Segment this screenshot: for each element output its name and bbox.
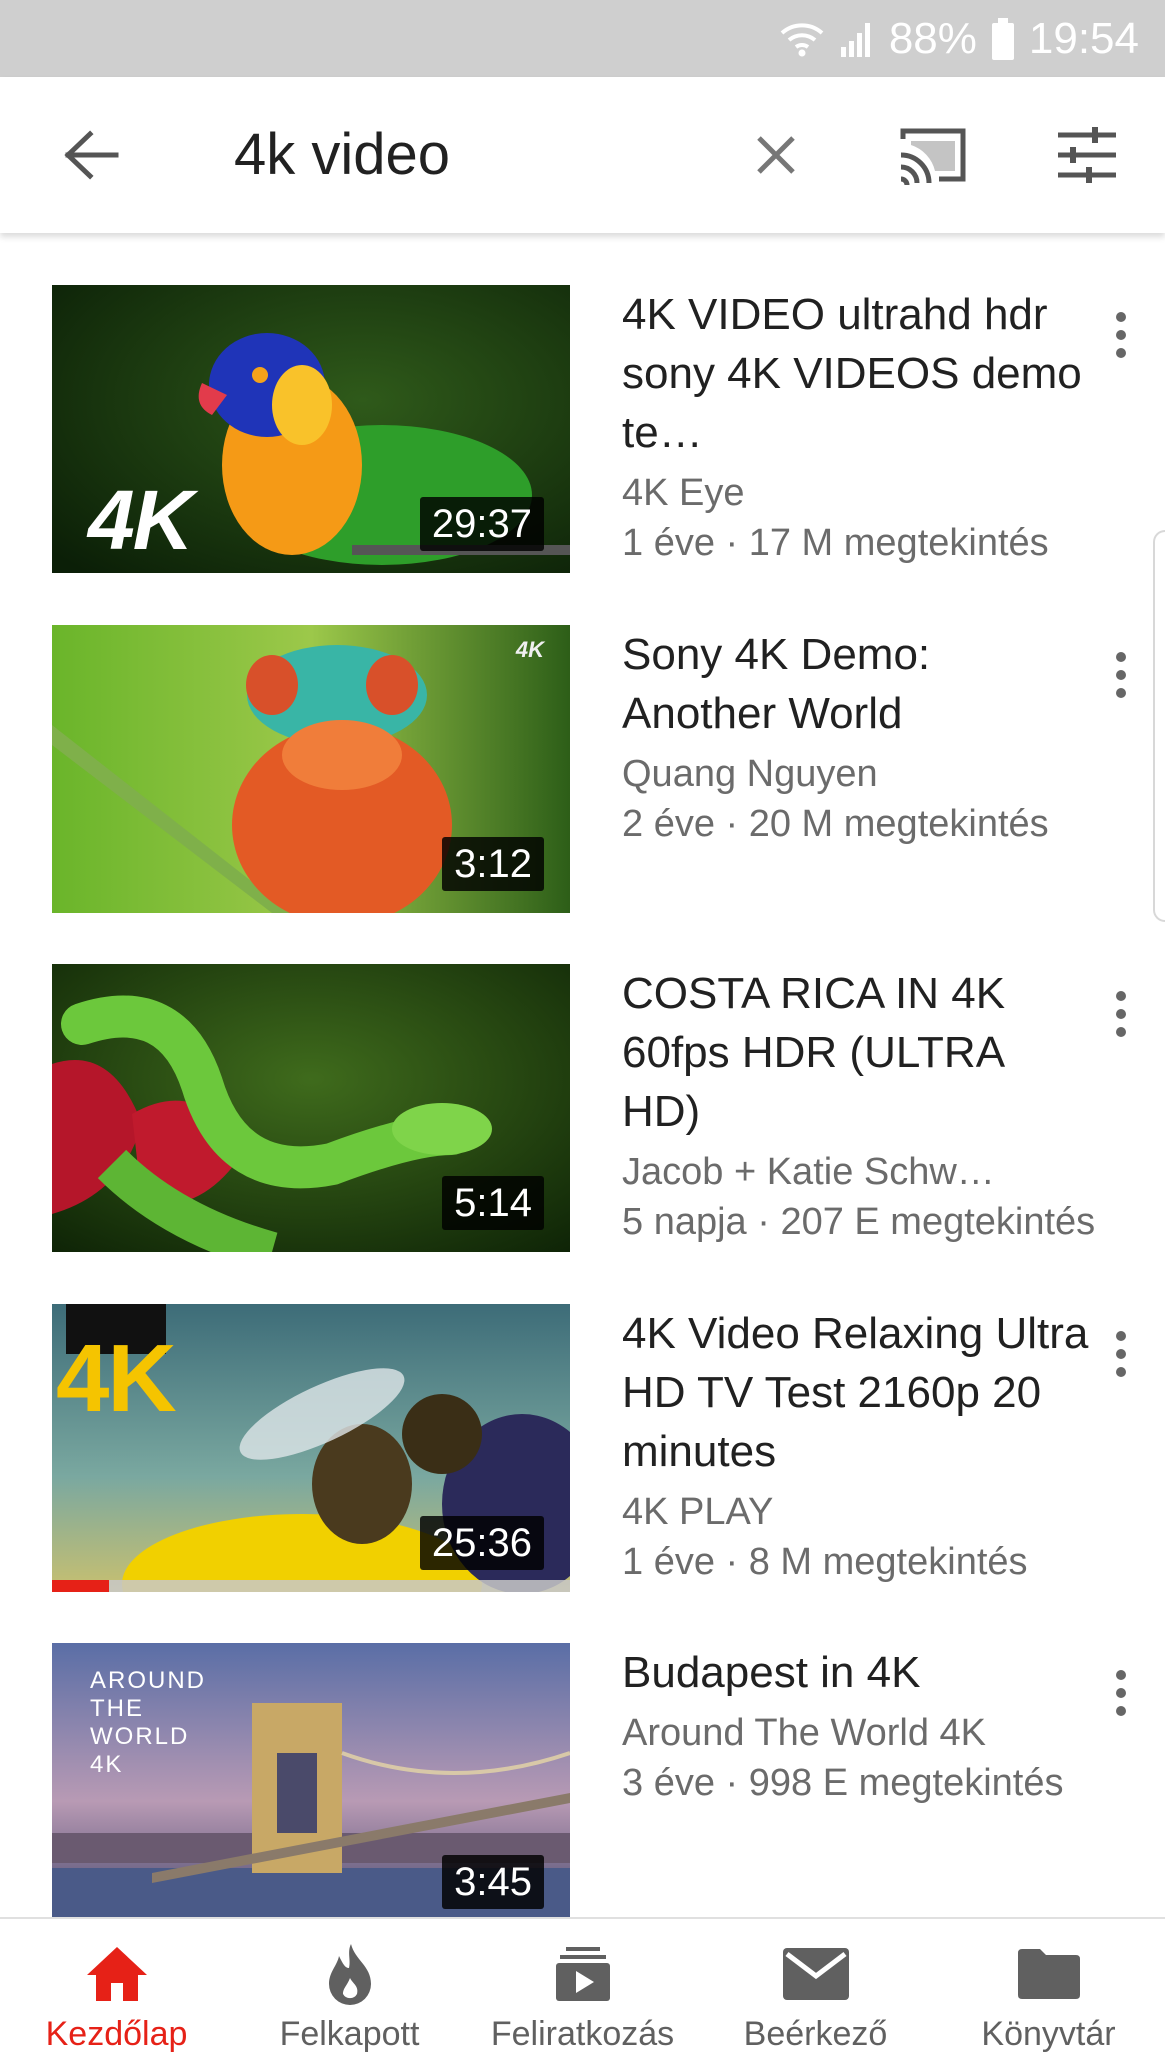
more-options-button[interactable]: [1099, 984, 1143, 1044]
more-vert-icon: [1116, 1331, 1126, 1377]
channel-name[interactable]: 4K PLAY: [622, 1487, 1042, 1537]
nav-item-home[interactable]: Kezdőlap: [0, 1919, 233, 2071]
nav-label: Feliratkozás: [490, 2015, 675, 2053]
nav-label: Beérkező: [743, 2015, 888, 2053]
thumbnail-4k-overlay-text: 4K: [88, 473, 193, 567]
channel-name[interactable]: 4K Eye: [622, 468, 1042, 518]
bottom-navigation: Kezdőlap Felkapott Feliratkozás Beérkező…: [0, 1917, 1165, 2071]
video-result[interactable]: 4K 25:36 4K Video Relaxing Ultra HD TV T…: [0, 1304, 1165, 1604]
channel-name[interactable]: Quang Nguyen: [622, 749, 1042, 799]
search-input[interactable]: 4k video: [234, 77, 450, 233]
cast-button[interactable]: [890, 77, 974, 233]
video-info: COSTA RICA IN 4K 60fps HDR (ULTRA HD) Ja…: [622, 964, 1096, 1247]
nav-item-subscriptions[interactable]: Feliratkozás: [466, 1919, 699, 2071]
nav-label: Felkapott: [279, 2015, 420, 2053]
clear-search-button[interactable]: [746, 77, 806, 233]
video-result[interactable]: 4K 3:12 Sony 4K Demo: Another World Quan…: [0, 625, 1165, 925]
video-stats: 1 éve · 17 M megtekintés: [622, 522, 1049, 564]
video-stats: 1 éve · 8 M megtekintés: [622, 1541, 1028, 1583]
inbox-mail-icon: [782, 1941, 849, 2007]
more-options-button[interactable]: [1099, 645, 1143, 705]
status-bar: 88% 19:54: [0, 0, 1165, 77]
video-duration: 3:12: [442, 837, 544, 891]
nav-label: Könyvtár: [981, 2015, 1116, 2053]
more-options-button[interactable]: [1099, 305, 1143, 365]
video-info: 4K VIDEO ultrahd hdr sony 4K VIDEOS demo…: [622, 285, 1092, 568]
video-thumbnail[interactable]: 5:14: [52, 964, 570, 1252]
video-thumbnail[interactable]: 4K 29:37: [52, 285, 570, 573]
battery-icon: [991, 17, 1015, 60]
filter-sliders-icon: [1058, 127, 1116, 183]
more-vert-icon: [1116, 652, 1126, 698]
video-duration: 25:36: [419, 1516, 544, 1570]
more-vert-icon: [1116, 1670, 1126, 1716]
cast-icon: [900, 128, 966, 185]
video-info: Budapest in 4K Around The World 4K 3 éve…: [622, 1643, 1092, 1808]
back-arrow-icon: [64, 130, 119, 180]
video-thumbnail[interactable]: AROUND THE WORLD 4K 3:45: [52, 1643, 570, 1931]
video-title[interactable]: Budapest in 4K: [622, 1643, 1092, 1702]
battery-percent: 88%: [888, 13, 977, 63]
library-folder-icon: [1017, 1941, 1080, 2007]
scroll-indicator[interactable]: [1153, 530, 1165, 922]
video-duration: 3:45: [442, 1855, 544, 1909]
video-stats: 2 éve · 20 M megtekintés: [622, 803, 1049, 845]
wifi-icon: [779, 19, 825, 59]
subscriptions-icon: [554, 1941, 612, 2007]
video-result[interactable]: 5:14 COSTA RICA IN 4K 60fps HDR (ULTRA H…: [0, 964, 1165, 1264]
channel-name[interactable]: Around The World 4K: [622, 1708, 1042, 1758]
video-result[interactable]: 4K 29:37 4K VIDEO ultrahd hdr sony 4K VI…: [0, 285, 1165, 585]
more-vert-icon: [1116, 991, 1126, 1037]
video-thumbnail[interactable]: 4K 25:36: [52, 1304, 570, 1592]
trending-flame-icon: [325, 1941, 375, 2007]
video-info: 4K Video Relaxing Ultra HD TV Test 2160p…: [622, 1304, 1092, 1587]
video-title[interactable]: COSTA RICA IN 4K 60fps HDR (ULTRA HD): [622, 964, 1092, 1141]
video-stats: 5 napja · 207 E megtekintés: [622, 1201, 1096, 1243]
home-icon: [85, 1941, 149, 2007]
thumbnail-4k-overlay-text: 4K: [56, 1325, 177, 1432]
nav-label: Kezdőlap: [45, 2015, 188, 2053]
video-result[interactable]: AROUND THE WORLD 4K 3:45 Budapest in 4K …: [0, 1643, 1165, 1943]
nav-item-trending[interactable]: Felkapott: [233, 1919, 466, 2071]
thumbnail-channel-logo-text: AROUND THE WORLD 4K: [90, 1667, 207, 1778]
video-title[interactable]: Sony 4K Demo: Another World: [622, 625, 1092, 743]
more-vert-icon: [1116, 312, 1126, 358]
channel-name[interactable]: Jacob + Katie Schw…: [622, 1147, 1042, 1197]
clock: 19:54: [1028, 13, 1139, 63]
nav-item-inbox[interactable]: Beérkező: [699, 1919, 932, 2071]
video-title[interactable]: 4K Video Relaxing Ultra HD TV Test 2160p…: [622, 1304, 1092, 1481]
more-options-button[interactable]: [1099, 1324, 1143, 1384]
search-header: 4k video: [0, 77, 1165, 233]
thumbnail-4k-overlay-text: 4K: [515, 637, 544, 662]
filter-button[interactable]: [1052, 77, 1122, 233]
back-button[interactable]: [52, 77, 132, 233]
nav-item-library[interactable]: Könyvtár: [932, 1919, 1165, 2071]
signal-icon: [839, 19, 875, 59]
watch-progress-bar: [52, 1580, 570, 1592]
video-stats: 3 éve · 998 E megtekintés: [622, 1762, 1064, 1804]
more-options-button[interactable]: [1099, 1663, 1143, 1723]
video-title[interactable]: 4K VIDEO ultrahd hdr sony 4K VIDEOS demo…: [622, 285, 1092, 462]
video-duration: 29:37: [419, 497, 544, 551]
watch-progress-fill: [52, 1580, 109, 1592]
video-thumbnail[interactable]: 4K 3:12: [52, 625, 570, 913]
video-info: Sony 4K Demo: Another World Quang Nguyen…: [622, 625, 1092, 849]
close-icon: [757, 136, 795, 174]
video-duration: 5:14: [442, 1176, 544, 1230]
